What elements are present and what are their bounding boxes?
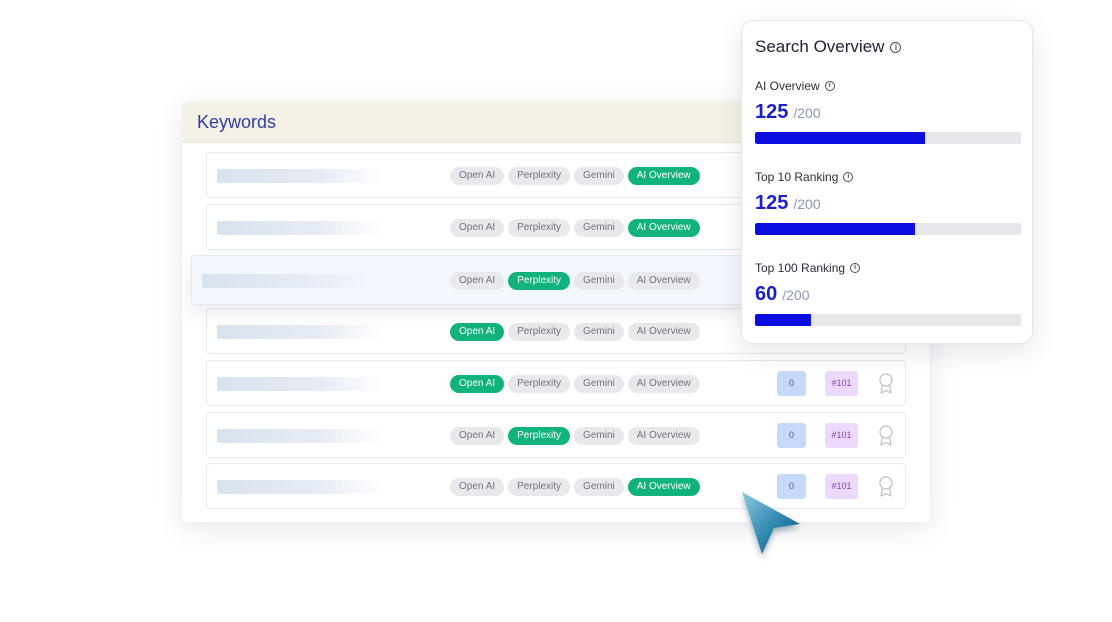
platform-chip-gemini[interactable]: Gemini (574, 323, 624, 341)
platform-chips: Open AI Perplexity Gemini AI Overview (450, 167, 700, 185)
metric-block: AI Overview i 125/200 (755, 79, 1021, 144)
platform-chip-open-ai[interactable]: Open AI (450, 375, 505, 393)
metric-label: Top 100 Ranking (755, 261, 846, 275)
platform-chips: Open AI Perplexity Gemini AI Overview (450, 219, 700, 237)
platform-chip-ai-overview[interactable]: AI Overview (627, 375, 700, 393)
progress-fill (755, 132, 926, 144)
progress-fill (755, 223, 915, 235)
award-ribbon-icon[interactable] (877, 424, 895, 448)
keyword-placeholder (217, 325, 385, 339)
keyword-row[interactable]: Open AI Perplexity Gemini AI Overview 0 #101 (206, 360, 906, 406)
platform-chip-gemini[interactable]: Gemini (574, 167, 624, 185)
metric-block: Top 10 Ranking i 125/200 (755, 170, 1021, 235)
award-ribbon-icon[interactable] (877, 475, 895, 499)
keyword-placeholder (217, 221, 385, 235)
platform-chip-open-ai[interactable]: Open AI (450, 478, 505, 496)
metric-label-row: AI Overview i (755, 79, 1021, 93)
count-badge: 0 (777, 423, 806, 448)
info-icon[interactable]: i (843, 172, 854, 182)
platform-chips: Open AI Perplexity Gemini AI Overview (450, 272, 700, 290)
metric-value: 60 (755, 283, 778, 305)
metric-value-row: 60/200 (755, 283, 1021, 306)
platform-chip-perplexity[interactable]: Perplexity (508, 323, 571, 341)
keyword-placeholder (202, 274, 370, 288)
platform-chip-ai-overview[interactable]: AI Overview (627, 478, 700, 496)
metric-max: /200 (793, 105, 821, 121)
platform-chip-open-ai[interactable]: Open AI (450, 219, 505, 237)
metric-value-row: 125/200 (755, 101, 1021, 124)
platform-chip-open-ai[interactable]: Open AI (450, 272, 505, 290)
metric-max: /200 (782, 287, 810, 303)
platform-chip-perplexity[interactable]: Perplexity (508, 478, 571, 496)
info-icon[interactable]: i (890, 41, 902, 53)
keyword-placeholder (217, 377, 385, 391)
count-badge: 0 (777, 371, 806, 396)
pointer-cursor-icon (742, 492, 800, 554)
keyword-row[interactable]: Open AI Perplexity Gemini AI Overview 0 #101 (206, 412, 906, 458)
platform-chips: Open AI Perplexity Gemini AI Overview (450, 427, 700, 445)
progress-track (755, 314, 1021, 326)
progress-track (755, 223, 1021, 235)
platform-chip-perplexity[interactable]: Perplexity (508, 375, 571, 393)
platform-chip-ai-overview[interactable]: AI Overview (627, 323, 700, 341)
search-overview-panel: Search Overview i AI Overview i 125/200 Top… (741, 20, 1033, 344)
platform-chip-open-ai[interactable]: Open AI (450, 427, 505, 445)
metric-value: 125 (755, 101, 789, 123)
metric-label: AI Overview (755, 79, 820, 93)
platform-chip-gemini[interactable]: Gemini (574, 272, 624, 290)
keywords-title: Keywords (197, 111, 277, 132)
search-overview-title: Search Overview (755, 37, 885, 56)
platform-chip-perplexity[interactable]: Perplexity (508, 427, 571, 445)
metric-value-row: 125/200 (755, 192, 1021, 215)
progress-track (755, 132, 1021, 144)
metric-label: Top 10 Ranking (755, 170, 839, 184)
platform-chip-gemini[interactable]: Gemini (574, 427, 624, 445)
rank-badge: #101 (825, 474, 858, 499)
platform-chips: Open AI Perplexity Gemini AI Overview (450, 375, 700, 393)
keyword-placeholder (217, 480, 385, 494)
platform-chip-ai-overview[interactable]: AI Overview (627, 219, 700, 237)
platform-chip-gemini[interactable]: Gemini (574, 478, 624, 496)
metric-label-row: Top 100 Ranking i (755, 261, 1021, 275)
keyword-placeholder (217, 429, 385, 443)
rank-badge: #101 (825, 371, 858, 396)
metric-value: 125 (755, 192, 789, 214)
award-ribbon-icon[interactable] (877, 372, 895, 396)
platform-chip-perplexity[interactable]: Perplexity (508, 167, 571, 185)
platform-chip-ai-overview[interactable]: AI Overview (627, 272, 700, 290)
progress-fill (755, 314, 811, 326)
info-icon[interactable]: i (824, 81, 835, 91)
metric-label-row: Top 10 Ranking i (755, 170, 1021, 184)
platform-chip-gemini[interactable]: Gemini (574, 375, 624, 393)
platform-chip-ai-overview[interactable]: AI Overview (627, 167, 700, 185)
keyword-row-highlighted[interactable]: Open AI Perplexity Gemini AI Overview (191, 255, 751, 305)
platform-chip-perplexity[interactable]: Perplexity (508, 219, 571, 237)
platform-chip-ai-overview[interactable]: AI Overview (627, 427, 700, 445)
platform-chip-open-ai[interactable]: Open AI (450, 167, 505, 185)
metric-max: /200 (793, 196, 821, 212)
platform-chips: Open AI Perplexity Gemini AI Overview (450, 478, 700, 496)
platform-chip-perplexity[interactable]: Perplexity (508, 272, 571, 290)
keyword-placeholder (217, 169, 385, 183)
search-overview-heading: Search Overview i (755, 37, 902, 57)
platform-chips: Open AI Perplexity Gemini AI Overview (450, 323, 700, 341)
metric-block: Top 100 Ranking i 60/200 (755, 261, 1021, 326)
info-icon[interactable]: i (850, 263, 861, 273)
platform-chip-open-ai[interactable]: Open AI (450, 323, 505, 341)
rank-badge: #101 (825, 423, 858, 448)
platform-chip-gemini[interactable]: Gemini (574, 219, 624, 237)
